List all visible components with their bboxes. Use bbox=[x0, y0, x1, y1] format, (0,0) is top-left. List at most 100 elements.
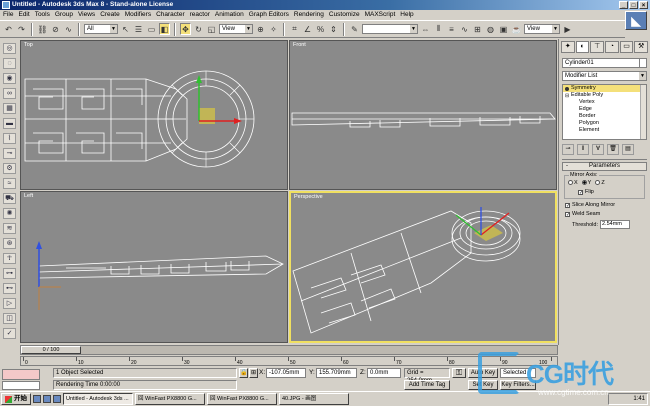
show-end-result-icon[interactable]: ‖ bbox=[577, 144, 589, 155]
object-name-field[interactable]: Cylinder01 bbox=[562, 58, 647, 68]
create-tab-icon[interactable]: ✦ bbox=[561, 41, 575, 53]
task-button-3dsmax[interactable]: Untitled - Autodesk 3ds ... bbox=[63, 393, 133, 405]
add-time-tag-button[interactable]: Add Time Tag bbox=[404, 380, 450, 390]
viewport-label-top[interactable]: Top bbox=[24, 42, 33, 48]
align-icon[interactable]: ⫴ bbox=[433, 23, 444, 35]
linear-dashpot-icon[interactable]: ⊸ bbox=[3, 148, 16, 159]
constraint-solver-icon[interactable]: ⊛ bbox=[3, 238, 16, 249]
fracture-icon[interactable]: ✺ bbox=[3, 208, 16, 219]
key-filters-button[interactable]: Key Filters... bbox=[500, 380, 536, 390]
move-icon[interactable]: ✥ bbox=[180, 23, 191, 35]
rect-region-icon[interactable]: ▭ bbox=[146, 23, 157, 35]
slice-along-mirror-checkbox[interactable]: ✓ Slice Along Mirror bbox=[565, 202, 644, 208]
utilities-tab-icon[interactable]: ⚒ bbox=[634, 41, 649, 53]
quick-launch-media-icon[interactable] bbox=[53, 395, 61, 403]
stack-subitem-border[interactable]: Border bbox=[563, 113, 646, 120]
key-icon[interactable]: ⚿ bbox=[452, 368, 466, 378]
plane-icon[interactable]: ▬ bbox=[3, 118, 16, 129]
render-last-icon[interactable]: ▶ bbox=[562, 23, 573, 35]
maxscript-listener-mini[interactable] bbox=[2, 369, 40, 380]
render-scene-icon[interactable]: ▣ bbox=[498, 23, 509, 35]
viewport-top[interactable]: Top bbox=[20, 40, 288, 190]
hierarchy-tab-icon[interactable]: ⊤ bbox=[590, 41, 605, 53]
task-button-winfast-1[interactable]: 回 WinFast PX8800 G... bbox=[135, 393, 205, 405]
bulb-icon[interactable] bbox=[565, 87, 569, 91]
flip-checkbox[interactable]: ✓ Flip bbox=[578, 189, 641, 195]
system-tray-clock[interactable]: 1:41 bbox=[608, 393, 648, 405]
stack-scrollbar[interactable] bbox=[640, 85, 646, 139]
menu-tools[interactable]: Tools bbox=[35, 10, 50, 20]
quick-launch-ie-icon[interactable] bbox=[33, 395, 41, 403]
menu-maxscript[interactable]: MAXScript bbox=[365, 10, 396, 20]
menu-edit[interactable]: Edit bbox=[18, 10, 29, 20]
spring-icon[interactable]: ⌇ bbox=[3, 133, 16, 144]
cloth-collection-icon[interactable]: ◌ bbox=[3, 58, 16, 69]
maximize-button[interactable]: □ bbox=[629, 1, 638, 9]
menu-create[interactable]: Create bbox=[100, 10, 120, 20]
menu-rendering[interactable]: Rendering bbox=[294, 10, 324, 20]
viewport-label-front[interactable]: Front bbox=[293, 42, 306, 48]
close-button[interactable]: × bbox=[639, 1, 648, 9]
parameters-rollout-header[interactable]: - Parameters bbox=[562, 162, 647, 171]
viewport-label-perspective[interactable]: Perspective bbox=[294, 194, 323, 200]
menu-modifiers[interactable]: Modifiers bbox=[125, 10, 151, 20]
wind-icon[interactable]: ≈ bbox=[3, 178, 16, 189]
stack-subitem-vertex[interactable]: Vertex bbox=[563, 99, 646, 106]
named-selection-sets-dropdown[interactable]: ▼ bbox=[362, 24, 418, 34]
layer-manager-icon[interactable]: ≡ bbox=[446, 23, 457, 35]
absolute-mode-icon[interactable]: ⊞ bbox=[249, 368, 258, 378]
weld-seam-checkbox[interactable]: ✓ Weld Seam bbox=[565, 211, 644, 217]
water-icon[interactable]: ≋ bbox=[3, 223, 16, 234]
hinge-icon[interactable]: ⊶ bbox=[3, 268, 16, 279]
material-editor-icon[interactable]: ◍ bbox=[485, 23, 496, 35]
task-button-winfast-2[interactable]: 回 WinFast PX8800 G... bbox=[207, 393, 277, 405]
make-unique-icon[interactable]: ∀ bbox=[592, 144, 604, 155]
point-to-point-icon[interactable]: ⊷ bbox=[3, 283, 16, 294]
create-animation-icon[interactable]: ◫ bbox=[3, 313, 16, 324]
pivot-center-icon[interactable]: ⊕ bbox=[255, 23, 266, 35]
selection-filter-dropdown[interactable]: All ▼ bbox=[84, 24, 118, 34]
menu-reactor[interactable]: reactor bbox=[190, 10, 210, 20]
x-coord-field[interactable]: -107.05mm bbox=[266, 368, 306, 378]
redo-icon[interactable]: ↷ bbox=[16, 23, 27, 35]
curve-editor-icon[interactable]: ∿ bbox=[459, 23, 470, 35]
stack-item-editable-poly[interactable]: ⊟ Editable Poly bbox=[563, 92, 646, 99]
set-key-button[interactable]: Set Key bbox=[468, 380, 498, 390]
reference-coordinate-dropdown[interactable]: View ▼ bbox=[219, 24, 253, 34]
stack-subitem-polygon[interactable]: Polygon bbox=[563, 120, 646, 127]
viewport-left[interactable]: Left bbox=[20, 191, 288, 343]
key-mode-dropdown[interactable]: Selected bbox=[500, 368, 536, 378]
angle-snap-icon[interactable]: ∠ bbox=[302, 23, 313, 35]
deforming-mesh-icon[interactable]: ▦ bbox=[3, 103, 16, 114]
menu-help[interactable]: Help bbox=[400, 10, 413, 20]
viewport-perspective[interactable]: Perspective bbox=[289, 191, 557, 343]
toy-car-icon[interactable]: ⛟ bbox=[3, 193, 16, 204]
stack-subitem-element[interactable]: Element bbox=[563, 127, 646, 134]
menu-customize[interactable]: Customize bbox=[329, 10, 360, 20]
undo-icon[interactable]: ↶ bbox=[3, 23, 14, 35]
stack-item-symmetry[interactable]: Symmetry bbox=[563, 85, 646, 92]
menu-character[interactable]: Character bbox=[156, 10, 185, 20]
lock-selection-icon[interactable]: 🔒 bbox=[239, 368, 248, 378]
menu-group[interactable]: Group bbox=[55, 10, 73, 20]
bind-spacewarp-icon[interactable]: ∿ bbox=[63, 23, 74, 35]
scale-icon[interactable]: ◱ bbox=[206, 23, 217, 35]
axis-z-radio[interactable]: Z bbox=[595, 180, 605, 186]
rotate-icon[interactable]: ↻ bbox=[193, 23, 204, 35]
motion-tab-icon[interactable]: ◔ bbox=[605, 41, 619, 53]
y-coord-field[interactable]: 155.709mm bbox=[316, 368, 357, 378]
start-button[interactable]: 开始 bbox=[1, 393, 31, 405]
rope-collection-icon[interactable]: ∞ bbox=[3, 88, 16, 99]
schematic-view-icon[interactable]: ⊞ bbox=[472, 23, 483, 35]
motor-icon[interactable]: ⚙ bbox=[3, 163, 16, 174]
time-slider[interactable]: 0 / 100 bbox=[20, 345, 558, 355]
viewport-front[interactable]: Front bbox=[289, 40, 557, 190]
named-selection-icon[interactable]: ✎ bbox=[349, 23, 360, 35]
z-coord-field[interactable]: 0.0mm bbox=[367, 368, 401, 378]
menu-views[interactable]: Views bbox=[78, 10, 95, 20]
select-manipulate-icon[interactable]: ✧ bbox=[268, 23, 279, 35]
menu-animation[interactable]: Animation bbox=[215, 10, 244, 20]
maxscript-listener-output[interactable] bbox=[2, 381, 40, 390]
quick-render-icon[interactable]: ☕ bbox=[511, 23, 522, 35]
render-type-dropdown[interactable]: View ▼ bbox=[524, 24, 560, 34]
